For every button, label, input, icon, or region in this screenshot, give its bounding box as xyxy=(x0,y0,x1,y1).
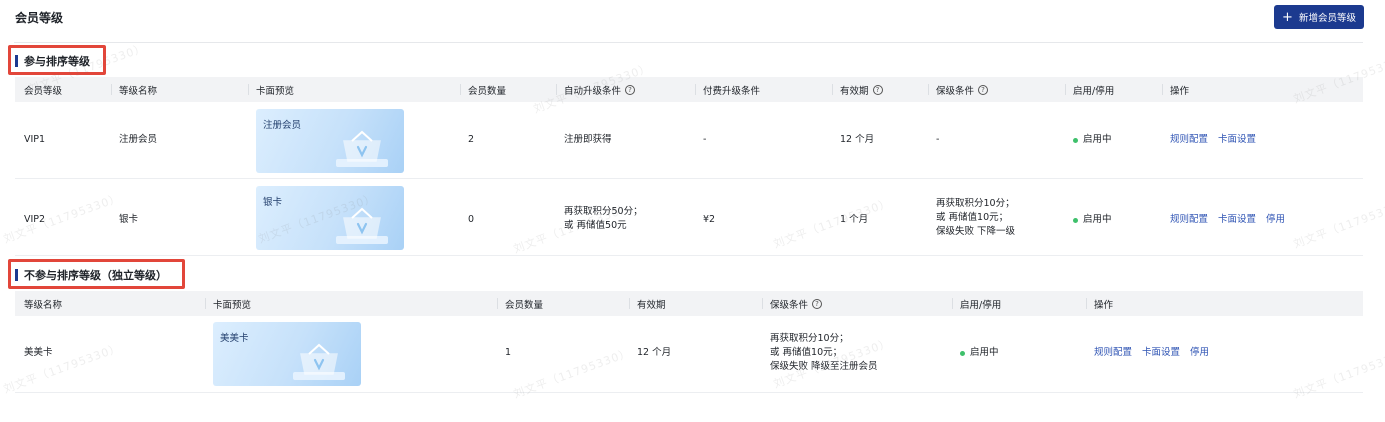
col-header: 保级条件? xyxy=(928,77,989,102)
table-header: 会员等级 等级名称 卡面预览 会员数量 自动升级条件? 付费升级条件 有效期? … xyxy=(15,77,1363,102)
table-row: 美美卡 美美卡 1 12 个月 再获取积分10分； 或 再储值10元； 保级失败… xyxy=(15,316,1363,393)
basket-icon xyxy=(336,130,388,167)
header-divider xyxy=(14,42,1363,43)
card-settings-link[interactable]: 卡面设置 xyxy=(1142,346,1180,360)
help-icon[interactable]: ? xyxy=(872,84,883,95)
retain-cell: 再获取积分10分； 或 再储值10元； 保级失败 下降一级 xyxy=(936,198,1016,237)
status-dot-icon xyxy=(1073,217,1078,223)
auto-upgrade-cell: 注册即获得 xyxy=(564,134,612,145)
disable-link[interactable]: 停用 xyxy=(1190,346,1209,360)
col-header: 会员等级 xyxy=(24,85,63,97)
table-row: VIP2 银卡 银卡 0 再获取积分50分； 或 再储值50元 ¥2 1 个月 … xyxy=(15,179,1363,256)
section-title-independent: 不参与排序等级（独立等级） xyxy=(15,267,167,283)
help-icon[interactable]: ? xyxy=(625,84,636,95)
table-row: VIP1 注册会员 注册会员 2 注册即获得 - 12 个月 - 启用中 规则配… xyxy=(15,102,1363,179)
member-count-cell: 0 xyxy=(468,214,475,225)
row-actions: 规则配置 卡面设置 停用 xyxy=(1094,346,1209,360)
col-header: 卡面预览 xyxy=(248,77,294,102)
col-header: 付费升级条件 xyxy=(695,77,760,102)
col-header: 启用/停用 xyxy=(1065,77,1114,102)
col-header: 保级条件? xyxy=(762,291,823,316)
col-header: 启用/停用 xyxy=(952,291,1001,316)
section-title-ranked: 参与排序等级 xyxy=(15,53,90,69)
independent-levels-table: 等级名称 卡面预览 会员数量 有效期 保级条件? 启用/停用 操作 美美卡 美美… xyxy=(15,291,1363,393)
validity-cell: 12 个月 xyxy=(840,134,875,145)
card-name: 注册会员 xyxy=(263,120,302,131)
col-header: 操作 xyxy=(1086,291,1113,316)
level-cell: VIP2 xyxy=(24,214,46,225)
validity-cell: 12 个月 xyxy=(637,347,672,358)
card-preview: 注册会员 xyxy=(256,109,404,173)
row-actions: 规则配置 卡面设置 停用 xyxy=(1170,213,1285,227)
col-header: 会员数量 xyxy=(497,291,543,316)
level-name-cell: 美美卡 xyxy=(24,347,53,358)
page-title: 会员等级 xyxy=(15,11,64,25)
col-header: 等级名称 xyxy=(111,77,157,102)
paid-upgrade-cell: - xyxy=(703,134,707,145)
level-name-cell: 银卡 xyxy=(119,214,139,225)
status-badge: 启用中 xyxy=(1073,213,1112,227)
row-actions: 规则配置 卡面设置 xyxy=(1170,133,1256,147)
status-dot-icon xyxy=(1073,137,1078,143)
col-header: 会员数量 xyxy=(460,77,506,102)
plus-icon: + xyxy=(1282,9,1293,25)
ranked-levels-table: 会员等级 等级名称 卡面预览 会员数量 自动升级条件? 付费升级条件 有效期? … xyxy=(15,77,1363,256)
help-icon[interactable]: ? xyxy=(812,298,823,309)
paid-upgrade-cell: ¥2 xyxy=(703,214,716,225)
auto-upgrade-cell: 再获取积分50分； 或 再储值50元 xyxy=(564,206,643,231)
level-cell: VIP1 xyxy=(24,134,46,145)
card-preview: 银卡 xyxy=(256,186,404,250)
help-icon[interactable]: ? xyxy=(978,84,989,95)
section-accent-bar xyxy=(15,55,18,67)
card-name: 银卡 xyxy=(263,197,283,208)
status-badge: 启用中 xyxy=(1073,133,1112,147)
col-header: 有效期 xyxy=(629,291,666,316)
col-header: 自动升级条件? xyxy=(556,77,636,102)
page-header: 会员等级 + 新增会员等级 xyxy=(0,0,1385,38)
add-button-label: 新增会员等级 xyxy=(1298,13,1356,24)
section-title-text: 不参与排序等级（独立等级） xyxy=(24,269,167,282)
rule-config-link[interactable]: 规则配置 xyxy=(1094,346,1132,360)
status-dot-icon xyxy=(960,350,965,356)
table-header: 等级名称 卡面预览 会员数量 有效期 保级条件? 启用/停用 操作 xyxy=(15,291,1363,316)
disable-link[interactable]: 停用 xyxy=(1266,213,1285,227)
col-header: 操作 xyxy=(1162,77,1189,102)
section-title-text: 参与排序等级 xyxy=(24,55,90,68)
member-count-cell: 2 xyxy=(468,134,475,145)
retain-cell: 再获取积分10分； 或 再储值10元； 保级失败 降级至注册会员 xyxy=(770,333,878,372)
card-settings-link[interactable]: 卡面设置 xyxy=(1218,133,1256,147)
basket-icon xyxy=(293,343,345,380)
rule-config-link[interactable]: 规则配置 xyxy=(1170,133,1208,147)
section-accent-bar xyxy=(15,269,18,281)
basket-icon xyxy=(336,207,388,244)
col-header: 卡面预览 xyxy=(205,291,251,316)
card-settings-link[interactable]: 卡面设置 xyxy=(1218,213,1256,227)
member-count-cell: 1 xyxy=(505,347,512,358)
retain-cell: - xyxy=(936,134,940,145)
col-header: 等级名称 xyxy=(24,299,63,311)
add-member-level-button[interactable]: + 新增会员等级 xyxy=(1274,5,1364,29)
col-header: 有效期? xyxy=(832,77,883,102)
rule-config-link[interactable]: 规则配置 xyxy=(1170,213,1208,227)
card-name: 美美卡 xyxy=(220,333,249,344)
validity-cell: 1 个月 xyxy=(840,214,869,225)
level-name-cell: 注册会员 xyxy=(119,134,158,145)
status-badge: 启用中 xyxy=(960,346,999,360)
card-preview: 美美卡 xyxy=(213,322,361,386)
